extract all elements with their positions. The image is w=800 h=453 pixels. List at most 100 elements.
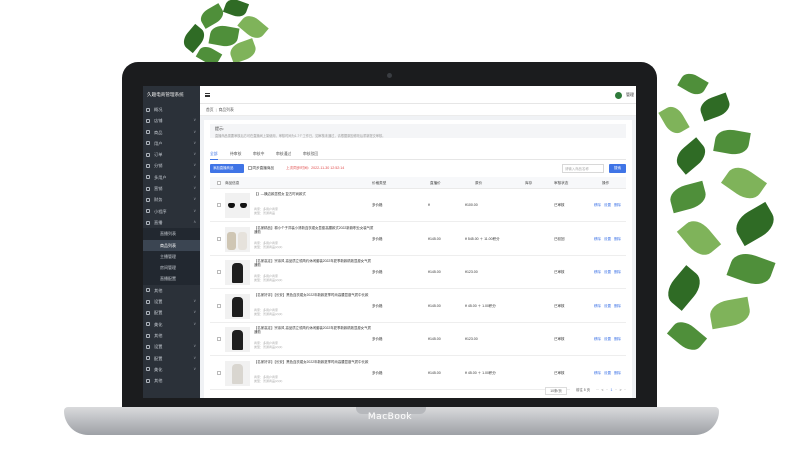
live-price: ¥145.00 (428, 370, 441, 375)
delete-link[interactable]: 删除 (614, 337, 621, 342)
chevron-icon: ∨ (193, 118, 196, 123)
sidebar-item[interactable]: 概况 (143, 104, 200, 115)
search-button[interactable]: 搜索 (609, 164, 626, 173)
sidebar-item[interactable]: 订单 ∨ (143, 149, 200, 160)
add-product-button[interactable]: 添加直播商品 (210, 164, 244, 173)
product-type: 类型：普通商品 (254, 211, 276, 215)
row-checkbox[interactable] (217, 303, 221, 308)
sidebar-item[interactable]: 直播 ∧ (143, 217, 200, 228)
sidebar-subitem[interactable]: 直播配置 (143, 273, 200, 285)
sidebar-item[interactable]: 配置 ∨ (143, 353, 200, 364)
sidebar-item[interactable]: 设置 ∨ (143, 341, 200, 352)
product-image (225, 327, 250, 352)
sidebar-subitem[interactable]: 房间管理 (143, 262, 200, 274)
sidebar-item[interactable]: 分销 ∨ (143, 160, 200, 171)
settings-link[interactable]: 设置 (604, 270, 611, 275)
pager-prev[interactable]: < (599, 387, 606, 395)
product-name[interactable]: 【名家高定】宗亲风 高品质立领简约休闲套装2022年夏季新款精致显瘦女气质通勤 (254, 259, 374, 268)
pager-current[interactable]: 1 (608, 387, 615, 395)
tab-rejected[interactable]: 审核驳回 (303, 151, 318, 160)
chevron-icon: ∨ (193, 310, 196, 315)
breadcrumb-current: 商品列表 (218, 108, 234, 112)
price-type: 多价格 (372, 203, 383, 207)
pager-next[interactable]: > (617, 387, 624, 395)
page-jump[interactable]: 前往 5 页 (570, 387, 596, 395)
sidebar-item[interactable]: 其他 (143, 285, 200, 296)
delete-link[interactable]: 删除 (614, 371, 621, 376)
original-price: ¥123.00 (465, 270, 478, 274)
product-image (225, 226, 250, 252)
sidebar-item[interactable]: 美化 ∨ (143, 319, 200, 330)
remove-link[interactable]: 移除 (594, 304, 601, 309)
product-name[interactable]: 【名家好评】【长安】黑色连衣裙女2022年新款夏季时尚高腰显瘦气质中长款 (254, 293, 374, 297)
sidebar-item[interactable]: 其他 (143, 375, 200, 386)
tab-all[interactable]: 全部 (210, 151, 218, 160)
top-bar: 管理 (200, 86, 636, 104)
avatar[interactable] (615, 92, 622, 99)
menu-icon (146, 197, 150, 202)
sidebar-item[interactable]: 店铺 ∨ (143, 115, 200, 126)
original-price: ¥ 45.00 ＋ 1.00积分 (465, 370, 496, 375)
tab-approved[interactable]: 审核通过 (276, 151, 291, 160)
tab-pending[interactable]: 待审核 (230, 151, 241, 160)
row-checkbox[interactable] (217, 337, 221, 341)
search-input[interactable]: 请输入商品名称 (562, 164, 604, 173)
sidebar-item[interactable]: 美化 ∨ (143, 364, 200, 375)
sidebar-subitem[interactable]: 主播管理 (143, 250, 200, 263)
sync-timer: 上次同步时间：2022-11-30 12:52:14 (286, 166, 345, 170)
delete-link[interactable]: 删除 (614, 203, 621, 208)
sidebar-item[interactable]: 商品 ∨ (143, 127, 200, 138)
breadcrumb-home[interactable]: 首页 (206, 108, 214, 112)
delete-link[interactable]: 删除 (614, 270, 621, 275)
row-checkbox[interactable] (217, 203, 221, 207)
settings-link[interactable]: 设置 (604, 337, 611, 342)
delete-link[interactable]: 删除 (614, 304, 621, 309)
sidebar-item[interactable]: 其他 (143, 330, 200, 341)
remove-link[interactable]: 移除 (594, 203, 601, 208)
delete-link[interactable]: 删除 (614, 237, 621, 242)
col-live-price: 直播价 (430, 181, 441, 185)
row-checkbox[interactable] (217, 370, 221, 375)
sidebar-item[interactable]: 设置 ∨ (143, 296, 200, 307)
sidebar-item-label: 设置 (154, 299, 163, 305)
sidebar-item-label: 店铺 (154, 118, 163, 124)
sync-checkbox[interactable]: 同步直播商品 (248, 164, 284, 173)
product-name[interactable]: 【名家精品】棉小个子洋装小清新连衣裙女显瘦高腰款式2022新款职业女装气质通勤 (254, 226, 374, 235)
settings-link[interactable]: 设置 (604, 371, 611, 376)
menu-icon (146, 322, 150, 327)
row-checkbox[interactable] (217, 236, 221, 241)
remove-link[interactable]: 移除 (594, 270, 601, 275)
remove-link[interactable]: 移除 (594, 237, 601, 242)
remove-link[interactable]: 移除 (594, 337, 601, 342)
row-checkbox[interactable] (217, 270, 221, 274)
status-badge: 已审核 (554, 337, 565, 341)
remove-link[interactable]: 移除 (594, 371, 601, 376)
sidebar-subitem[interactable]: 直播列表 (143, 228, 200, 240)
settings-link[interactable]: 设置 (604, 237, 611, 242)
product-photo: 久趣电商管理系统 概况 店铺 ∨ 商品 ∨ 用户 ∨ 订单 ∨ 分销 ∨ 多用户 ∨ 营销 ∨ 财务 ∨ 小程序 ∨… (0, 0, 800, 453)
sidebar: 久趣电商管理系统 概况 店铺 ∨ 商品 ∨ 用户 ∨ 订单 ∨ 分销 ∨ 多用户 ∨ 营销 ∨ 财务 ∨ 小程序 ∨… (143, 86, 200, 398)
menu-toggle-icon[interactable] (205, 93, 210, 97)
sidebar-item[interactable]: 配置 ∨ (143, 307, 200, 318)
sidebar-item[interactable]: 多用户 ∨ (143, 172, 200, 183)
sidebar-item[interactable]: 用户 ∨ (143, 138, 200, 149)
add-button-label: 添加直播商品 (213, 166, 234, 170)
tab-reviewing[interactable]: 审核中 (253, 151, 264, 160)
live-price: ¥145.00 (428, 303, 441, 308)
settings-link[interactable]: 设置 (604, 203, 611, 208)
user-name[interactable]: 管理 (626, 92, 634, 98)
sidebar-subitem[interactable]: 商品列表 (143, 239, 200, 251)
sidebar-item[interactable]: 小程序 ∨ (143, 206, 200, 217)
menu-icon (146, 152, 150, 157)
menu-icon (146, 333, 150, 338)
settings-link[interactable]: 设置 (604, 304, 611, 309)
menu-icon (146, 367, 150, 372)
sidebar-item[interactable]: 财务 ∨ (143, 194, 200, 205)
select-all-checkbox[interactable] (217, 181, 221, 185)
sidebar-item[interactable]: 营销 ∨ (143, 183, 200, 194)
product-name[interactable]: 【名家高定】宗亲风 高品质立领简约休闲套装2022年夏季新款精致显瘦女气质通勤 (254, 326, 374, 335)
page-size-select[interactable]: 10条/页 (545, 387, 567, 395)
product-name[interactable]: 【名家好评】【长安】黑色连衣裙女2022年新款夏季时尚高腰显瘦气质中长款 (254, 360, 374, 364)
product-name[interactable]: 【】—横边款墨镜女 复古时尚款式 (254, 192, 374, 196)
original-price: ¥123.00 (465, 337, 478, 341)
